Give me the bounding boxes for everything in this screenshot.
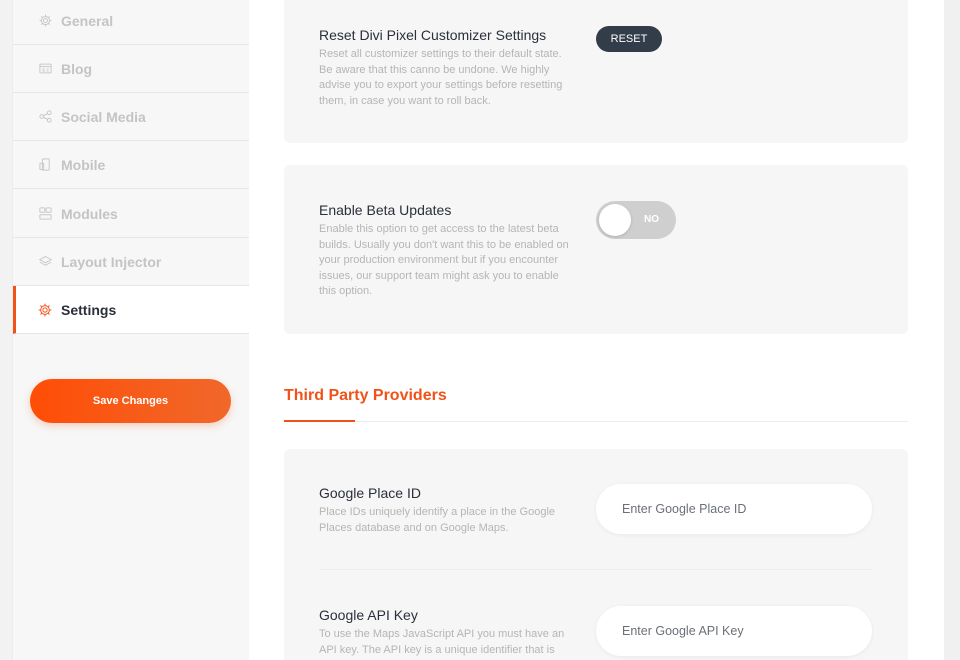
modules-icon: [37, 206, 53, 222]
beta-updates-description: Enable this option to get access to the …: [319, 223, 569, 297]
third-party-providers-heading: Third Party Providers: [284, 387, 447, 404]
sidebar-item-label: Modules: [61, 205, 118, 222]
sidebar-item-label: Layout Injector: [61, 253, 162, 270]
share-icon: [37, 109, 53, 125]
third-party-card: Google Place ID Place IDs uniquely ident…: [284, 449, 908, 660]
sidebar: General Blog Social Media Mobile Modules…: [12, 0, 250, 660]
gear-icon: [37, 302, 53, 318]
section-divider: [284, 421, 908, 422]
google-api-key-title: Google API Key: [319, 607, 418, 623]
sidebar-item-label: Social Media: [61, 108, 146, 125]
beta-updates-card: Enable Beta Updates Enable this option t…: [284, 165, 908, 334]
sidebar-item-general[interactable]: General: [13, 0, 250, 45]
sidebar-item-label: Blog: [61, 60, 93, 77]
toggle-state-label: NO: [644, 214, 659, 225]
sidebar-item-modules[interactable]: Modules: [13, 190, 250, 238]
sidebar-item-label: Mobile: [61, 156, 106, 173]
reset-button[interactable]: RESET: [596, 26, 662, 52]
save-changes-button[interactable]: Save Changes: [30, 379, 231, 423]
google-api-key-description: To use the Maps JavaScript API you must …: [319, 628, 565, 656]
sidebar-item-layout-injector[interactable]: Layout Injector: [13, 238, 250, 286]
section-underline: [284, 420, 355, 422]
sidebar-item-mobile[interactable]: Mobile: [13, 141, 250, 189]
field-divider: [319, 569, 872, 570]
reset-settings-description: Reset all customizer settings to their d…: [319, 48, 563, 107]
beta-updates-toggle[interactable]: NO: [596, 201, 676, 239]
sidebar-item-label: Settings: [61, 301, 117, 318]
sidebar-item-blog[interactable]: Blog: [13, 45, 250, 93]
sidebar-item-social-media[interactable]: Social Media: [13, 93, 250, 141]
reset-settings-card: Reset Divi Pixel Customizer Settings Res…: [284, 0, 908, 143]
google-place-id-title: Google Place ID: [319, 485, 421, 501]
reset-settings-title: Reset Divi Pixel Customizer Settings: [319, 27, 547, 43]
blog-icon: [37, 61, 53, 77]
gear-icon: [37, 13, 53, 29]
mobile-icon: [37, 157, 53, 173]
sidebar-item-label: General: [61, 12, 114, 29]
layers-icon: [37, 254, 53, 270]
toggle-knob: [599, 204, 631, 236]
beta-updates-title: Enable Beta Updates: [319, 202, 452, 218]
google-api-key-input[interactable]: [596, 606, 872, 656]
scrollbar-track[interactable]: [944, 0, 960, 660]
google-place-id-input[interactable]: [596, 484, 872, 534]
settings-panel: Reset Divi Pixel Customizer Settings Res…: [249, 0, 944, 660]
google-place-id-description: Place IDs uniquely identify a place in t…: [319, 506, 556, 534]
sidebar-item-settings[interactable]: Settings: [13, 286, 250, 334]
